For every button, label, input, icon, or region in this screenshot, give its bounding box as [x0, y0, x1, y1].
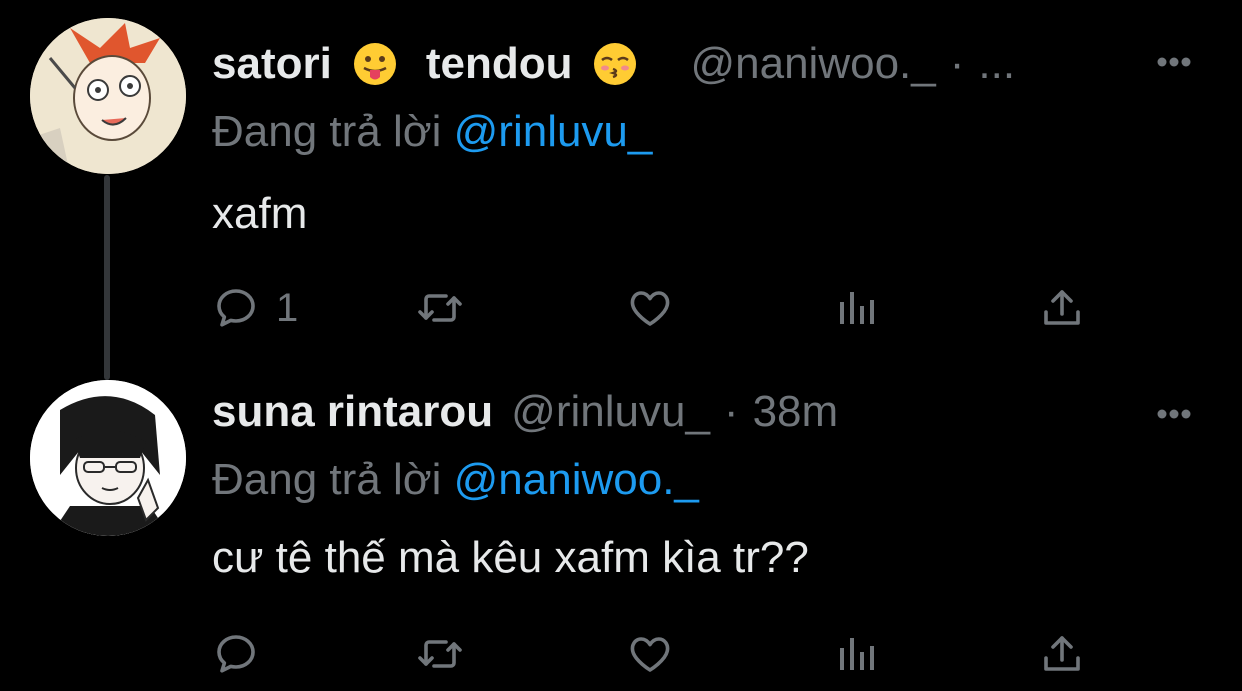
like-icon — [630, 291, 670, 326]
retweet-icon — [418, 640, 462, 668]
reply-count: 1 — [276, 285, 299, 330]
more-icon — [1157, 409, 1191, 419]
retweet-button[interactable] — [416, 280, 464, 336]
share-icon — [1044, 290, 1080, 325]
separator-dot: · — [723, 387, 739, 436]
share-icon — [1044, 636, 1080, 671]
more-options-button[interactable] — [1156, 56, 1192, 68]
views-icon — [840, 638, 874, 670]
display-name-part: tendou — [425, 39, 573, 88]
like-button[interactable] — [626, 626, 674, 682]
handle[interactable]: @rinluvu_ — [511, 384, 710, 440]
reply-button[interactable]: 1 — [212, 280, 298, 336]
handle[interactable]: @naniwoo._ — [690, 36, 935, 92]
tweet-header: suna rintarou @rinluvu_ · 38m — [212, 384, 838, 440]
retweet-button[interactable] — [416, 626, 464, 682]
mention-link[interactable]: @rinluvu_ — [454, 107, 653, 156]
like-icon — [630, 637, 670, 672]
kissing-face-emoji — [592, 41, 638, 87]
retweet-icon — [418, 294, 462, 322]
tweet[interactable]: satori tendou @naniwoo._ · ... Đang trả … — [0, 0, 1242, 380]
avatar[interactable] — [30, 380, 186, 536]
avatar-illustration — [30, 380, 186, 536]
more-icon — [1157, 57, 1191, 67]
reply-button[interactable] — [212, 626, 276, 682]
timestamp[interactable]: ... — [978, 36, 1015, 92]
reply-icon — [217, 635, 255, 673]
reply-icon — [217, 289, 255, 327]
tweet-header: satori tendou @naniwoo._ · ... — [212, 36, 1015, 92]
replying-to-label: Đang trả lời — [212, 455, 442, 504]
like-button[interactable] — [626, 280, 674, 336]
avatar[interactable] — [30, 18, 186, 174]
separator-dot: · — [949, 39, 965, 88]
tweet-actions — [212, 626, 1092, 682]
views-button[interactable] — [832, 626, 880, 682]
views-icon — [840, 292, 874, 324]
tweet-text: xafm — [212, 189, 308, 238]
tweet[interactable]: suna rintarou @rinluvu_ · 38m Đang trả l… — [0, 360, 1242, 691]
face-with-tongue-emoji — [352, 41, 398, 87]
views-button[interactable] — [832, 280, 880, 336]
mention-link[interactable]: @naniwoo._ — [454, 455, 699, 504]
share-button[interactable] — [1038, 626, 1086, 682]
share-button[interactable] — [1038, 280, 1086, 336]
timestamp[interactable]: 38m — [753, 384, 839, 440]
tweet-text: cư tê thế mà kêu xafm kìa tr?? — [212, 533, 809, 582]
display-name[interactable]: suna rintarou — [212, 384, 493, 440]
more-options-button[interactable] — [1156, 408, 1192, 420]
replying-to-label: Đang trả lời — [212, 107, 442, 156]
avatar-illustration — [30, 18, 186, 174]
replying-to: Đang trả lời @rinluvu_ — [212, 104, 652, 160]
display-name-part: satori — [212, 39, 332, 88]
replying-to: Đang trả lời @naniwoo._ — [212, 452, 699, 508]
tweet-actions: 1 — [212, 280, 1092, 336]
thread-line — [104, 175, 110, 380]
display-name[interactable]: satori tendou — [212, 36, 666, 92]
